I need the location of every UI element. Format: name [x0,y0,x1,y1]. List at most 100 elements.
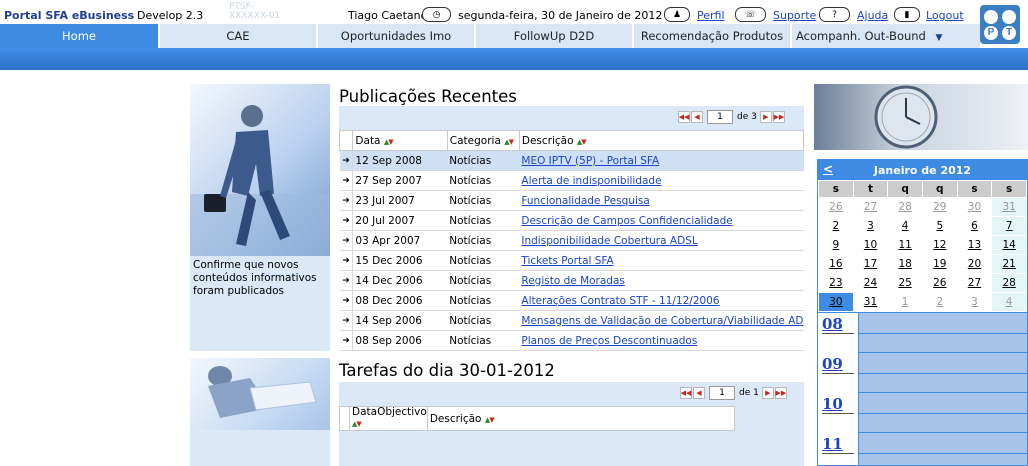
calendar-day[interactable]: 3 [958,293,992,311]
col-header-descricao[interactable]: Descrição ▲▼ [426,406,736,431]
calendar-day[interactable]: 13 [958,236,992,254]
logout-link[interactable]: Logout [926,9,964,22]
tab-oportunidades-imo[interactable]: Oportunidades Imo [318,24,476,48]
calendar-day[interactable]: 19 [923,255,957,273]
calendar-day[interactable]: 5 [923,217,957,235]
calendar-day[interactable]: 27 [854,198,888,216]
calendar-day[interactable]: 7 [992,217,1026,235]
calendar-day-today[interactable]: 30 [819,293,853,311]
calendar-day[interactable]: 28 [888,198,922,216]
publication-link[interactable]: Alterações Contrato STF - 11/12/2006 [521,295,719,307]
calendar-day[interactable]: 30 [958,198,992,216]
table-row[interactable]: ➜ 12 Sep 2008 Notícias MEO IPTV (5P) - Port… [339,150,804,171]
publication-link[interactable]: Planos de Preços Descontinuados [521,335,697,347]
schedule-band[interactable] [858,353,1027,393]
calendar-day[interactable]: 2 [819,217,853,235]
schedule-hour-link[interactable]: 09 [822,355,843,373]
calendar-day[interactable]: 12 [923,236,957,254]
table-row[interactable]: ➜ 08 Sep 2006 Notícias Planos de Preços Des… [339,330,804,351]
calendar-day[interactable]: 28 [992,274,1026,292]
calendar-day[interactable]: 27 [958,274,992,292]
tab-recomendacao-produtos[interactable]: Recomendação Produtos [634,24,792,48]
schedule-slot[interactable]: 10 [818,393,1027,433]
pt-logo[interactable]: P T [980,5,1020,44]
row-arrow-icon[interactable]: ➜ [339,250,354,271]
schedule-hour-link[interactable]: 10 [822,395,843,413]
calendar-day[interactable]: 1 [888,293,922,311]
schedule-slot[interactable]: 11 [818,433,1027,465]
calendar-day[interactable]: 18 [888,255,922,273]
sort-arrows-icon[interactable]: ▲▼ [485,416,495,424]
table-row[interactable]: ➜ 14 Sep 2006 Notícias Mensagens de Validaç… [339,310,804,331]
calendar-day[interactable]: 6 [958,217,992,235]
first-page-button[interactable]: ◀◀ [678,111,690,123]
clock-icon[interactable]: ◷ [422,7,451,22]
publication-link[interactable]: MEO IPTV (5P) - Portal SFA [521,155,659,167]
table-row[interactable]: ➜ 27 Sep 2007 Notícias Alerta de indisponib… [339,170,804,191]
calendar-day[interactable]: 4 [992,293,1026,311]
page-input[interactable]: 1 [709,386,735,400]
schedule-band[interactable] [858,313,1027,353]
row-arrow-icon[interactable]: ➜ [339,330,354,351]
publication-link[interactable]: Mensagens de Validação de Cobertura/Viab… [521,315,803,327]
col-header-data[interactable]: Data ▲▼ [352,130,448,151]
table-row[interactable]: ➜ 20 Jul 2007 Notícias Descrição de Campos … [339,210,804,231]
help-icon[interactable]: ? [819,7,850,22]
tab-cae[interactable]: CAE [160,24,318,48]
tab-home[interactable]: Home [0,24,160,48]
schedule-hour-link[interactable]: 08 [822,315,843,333]
calendar-day[interactable]: 20 [958,255,992,273]
profile-link[interactable]: Perfil [697,9,725,22]
last-page-button[interactable]: ▶▶ [774,387,787,399]
page-input[interactable]: 1 [707,110,733,124]
calendar-day[interactable]: 21 [992,255,1026,273]
row-arrow-icon[interactable]: ➜ [339,290,354,311]
schedule-slot[interactable]: 09 [818,353,1027,393]
col-header-dataobjectivo[interactable]: DataObjectivo ▲▼ [349,406,428,431]
calendar-day[interactable]: 26 [819,198,853,216]
row-arrow-icon[interactable]: ➜ [339,210,354,231]
publication-link[interactable]: Tickets Portal SFA [521,255,613,267]
prev-page-button[interactable]: ◀ [691,111,703,123]
table-row[interactable]: ➜ 14 Dec 2006 Notícias Registo de Moradas [339,270,804,291]
schedule-hour-link[interactable]: 11 [822,435,843,453]
calendar-day[interactable]: 16 [819,255,853,273]
schedule-band[interactable] [858,393,1027,433]
col-header-categoria[interactable]: Categoria ▲▼ [446,130,520,151]
calendar-day[interactable]: 24 [854,274,888,292]
sort-arrows-icon[interactable]: ▲▼ [352,420,362,428]
calendar-day[interactable]: 31 [854,293,888,311]
sort-arrows-icon[interactable]: ▲▼ [384,138,394,146]
next-page-button[interactable]: ▶ [759,111,772,123]
logout-icon[interactable]: ▮ [894,7,920,22]
calendar-day[interactable]: 29 [923,198,957,216]
publication-link[interactable]: Funcionalidade Pesquisa [521,195,649,207]
calendar-day[interactable]: 10 [854,236,888,254]
prev-month-link[interactable]: < [823,162,833,176]
calendar-day[interactable]: 11 [888,236,922,254]
row-arrow-icon[interactable]: ➜ [339,230,354,251]
calendar-day[interactable]: 17 [854,255,888,273]
prev-page-button[interactable]: ◀ [693,387,705,399]
schedule-band[interactable] [858,433,1027,465]
publication-link[interactable]: Descrição de Campos Confidencialidade [521,215,732,227]
calendar-day[interactable]: 3 [854,217,888,235]
calendar-day[interactable]: 4 [888,217,922,235]
sort-arrows-icon[interactable]: ▲▼ [577,138,587,146]
row-arrow-icon[interactable]: ➜ [339,190,354,211]
last-page-button[interactable]: ▶▶ [772,111,785,123]
calendar-day[interactable]: 25 [888,274,922,292]
schedule-slot[interactable]: 08 [818,313,1027,353]
col-header-descricao[interactable]: Descrição ▲▼ [518,130,805,151]
calendar-day[interactable]: 14 [992,236,1026,254]
row-arrow-icon[interactable]: ➜ [339,170,354,191]
row-arrow-icon[interactable]: ➜ [339,270,354,291]
publication-link[interactable]: Indisponibilidade Cobertura ADSL [521,235,697,247]
tab-acompanh-out-bound[interactable]: Acompanh. Out-Bound ▼ [792,24,950,48]
help-link[interactable]: Ajuda [857,9,888,22]
calendar-day[interactable]: 31 [992,198,1026,216]
support-link[interactable]: Suporte [773,9,816,22]
first-page-button[interactable]: ◀◀ [680,387,692,399]
calendar-day[interactable]: 9 [819,236,853,254]
table-row[interactable]: ➜ 23 Jul 2007 Notícias Funcionalidade Pesqu… [339,190,804,211]
